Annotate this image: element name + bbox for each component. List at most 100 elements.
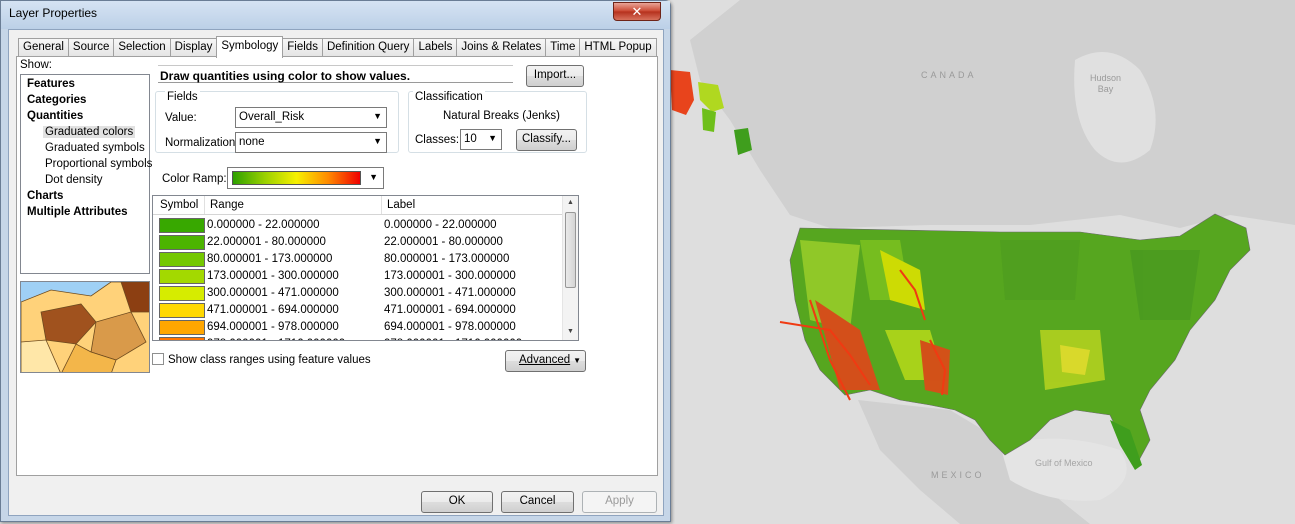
class-range: 22.000001 - 80.000000	[207, 236, 326, 248]
map-label-canada: CANADA	[921, 70, 977, 80]
checkbox-box[interactable]	[152, 353, 164, 365]
normalization-combo[interactable]: none ▼	[235, 132, 387, 153]
class-swatch[interactable]	[159, 337, 205, 340]
value-label: Value:	[165, 112, 197, 124]
color-ramp-label: Color Ramp:	[162, 173, 227, 185]
class-swatch[interactable]	[159, 235, 205, 250]
tab-source[interactable]: Source	[67, 38, 115, 57]
class-label: 694.000001 - 978.000000	[384, 321, 516, 333]
value-combo[interactable]: Overall_Risk ▼	[235, 107, 387, 128]
classification-method: Natural Breaks (Jenks)	[443, 110, 560, 122]
classification-group-label: Classification	[413, 91, 485, 103]
tab-symbology[interactable]: Symbology	[216, 36, 284, 58]
class-swatch[interactable]	[159, 286, 205, 301]
class-list-header: Symbol Range Label	[153, 196, 562, 215]
show-item-proportional-symbols[interactable]: Proportional symbols	[45, 158, 152, 170]
scroll-thumb[interactable]	[565, 212, 576, 288]
classes-selected: 10	[464, 133, 477, 145]
normalization-label: Normalization:	[165, 137, 239, 149]
symbology-preview	[20, 281, 150, 373]
class-row[interactable]: 80.000001 - 173.000000 80.000001 - 173.00…	[153, 251, 562, 268]
show-item-charts[interactable]: Charts	[27, 190, 63, 202]
tab-time[interactable]: Time	[545, 38, 581, 57]
class-label: 80.000001 - 173.000000	[384, 253, 510, 265]
class-label: 22.000001 - 80.000000	[384, 236, 503, 248]
close-button[interactable]: ✕	[613, 2, 661, 21]
tab-fields[interactable]: Fields	[282, 38, 323, 57]
class-label: 0.000000 - 22.000000	[384, 219, 497, 231]
header-label[interactable]: Label	[387, 199, 415, 211]
class-swatch[interactable]	[159, 252, 205, 267]
value-selected: Overall_Risk	[239, 111, 305, 123]
tab-display[interactable]: Display	[169, 38, 218, 57]
classify-button[interactable]: Classify...	[516, 129, 577, 151]
chevron-down-icon: ▼	[369, 172, 378, 182]
chevron-down-icon: ▼	[373, 136, 382, 146]
show-item-graduated-colors[interactable]: Graduated colors	[43, 126, 136, 138]
class-label: 978.000001 - 1716.000000	[384, 338, 522, 340]
show-label: Show:	[20, 59, 52, 71]
map-label-hudson-bay: Hudson Bay	[1090, 73, 1122, 94]
header-range[interactable]: Range	[210, 199, 244, 211]
show-item-multiple-attributes[interactable]: Multiple Attributes	[27, 206, 128, 218]
tab-definition-query[interactable]: Definition Query	[321, 38, 415, 57]
class-range: 978.000001 - 1716.000000	[207, 338, 345, 340]
scroll-up-icon[interactable]: ▲	[567, 199, 574, 206]
ok-button[interactable]: OK	[421, 491, 493, 513]
classes-combo[interactable]: 10 ▼	[460, 129, 502, 150]
chevron-down-icon: ▼	[573, 356, 581, 365]
show-item-categories[interactable]: Categories	[27, 94, 86, 106]
class-swatch[interactable]	[159, 320, 205, 335]
class-range: 694.000001 - 978.000000	[207, 321, 339, 333]
header-symbol[interactable]: Symbol	[160, 199, 198, 211]
class-row[interactable]: 300.000001 - 471.000000 300.000001 - 471.…	[153, 285, 562, 302]
class-range: 0.000000 - 22.000000	[207, 219, 320, 231]
show-ranges-checkbox[interactable]: Show class ranges using feature values	[152, 353, 371, 366]
class-row[interactable]: 471.000001 - 694.000000 471.000001 - 694.…	[153, 302, 562, 319]
class-row[interactable]: 0.000000 - 22.000000 0.000000 - 22.000000	[153, 217, 562, 234]
show-item-features[interactable]: Features	[27, 78, 75, 90]
class-swatch[interactable]	[159, 218, 205, 233]
class-label: 300.000001 - 471.000000	[384, 287, 516, 299]
class-row[interactable]: 978.000001 - 1716.000000 978.000001 - 171…	[153, 336, 562, 340]
class-row[interactable]: 694.000001 - 978.000000 694.000001 - 978.…	[153, 319, 562, 336]
title-bar[interactable]: Layer Properties ✕	[1, 1, 670, 29]
normalization-selected: none	[239, 136, 265, 148]
map-label-gulf-of-mexico: Gulf of Mexico	[1035, 458, 1093, 468]
scroll-down-icon[interactable]: ▼	[567, 328, 574, 335]
tab-general[interactable]: General	[18, 38, 69, 57]
color-ramp-bar	[232, 171, 361, 185]
color-ramp-combo[interactable]: ▼	[227, 167, 384, 189]
tab-html-popup[interactable]: HTML Popup	[579, 38, 657, 57]
class-list[interactable]: Symbol Range Label 0.000000 - 22.000000 0…	[152, 195, 579, 341]
import-button[interactable]: Import...	[526, 65, 584, 87]
show-item-graduated-symbols[interactable]: Graduated symbols	[45, 142, 145, 154]
class-row[interactable]: 22.000001 - 80.000000 22.000001 - 80.0000…	[153, 234, 562, 251]
advanced-button[interactable]: Advanced ▼	[505, 350, 586, 372]
class-swatch[interactable]	[159, 303, 205, 318]
tab-joins-relates[interactable]: Joins & Relates	[456, 38, 547, 57]
renderer-description: Draw quantities using color to show valu…	[158, 65, 513, 83]
cancel-button[interactable]: Cancel	[501, 491, 574, 513]
tab-strip: General Source Selection Display Symbology Fi…	[18, 36, 657, 58]
apply-button[interactable]: Apply	[582, 491, 657, 513]
show-tree[interactable]: Features Categories Quantities Graduated co…	[20, 74, 152, 274]
class-label: 471.000001 - 694.000000	[384, 304, 516, 316]
class-swatch[interactable]	[159, 269, 205, 284]
show-ranges-label: Show class ranges using feature values	[168, 354, 371, 366]
layer-properties-dialog: Layer Properties ✕ General Source Selectio…	[0, 0, 671, 522]
advanced-label: Advanced	[519, 354, 571, 366]
window-title: Layer Properties	[9, 6, 98, 20]
dialog-client: General Source Selection Display Symbology Fi…	[8, 29, 664, 516]
map-label-mexico: MEXICO	[931, 470, 985, 480]
class-list-scrollbar[interactable]: ▲ ▼	[562, 196, 578, 340]
show-item-dot-density[interactable]: Dot density	[45, 174, 103, 186]
class-range: 300.000001 - 471.000000	[207, 287, 339, 299]
class-range: 471.000001 - 694.000000	[207, 304, 339, 316]
symbology-tab-page: Show: Features Categories Quantities Gradua…	[16, 56, 658, 476]
show-item-quantities[interactable]: Quantities	[27, 110, 83, 122]
class-row[interactable]: 173.000001 - 300.000000 173.000001 - 300.…	[153, 268, 562, 285]
tab-labels[interactable]: Labels	[413, 38, 458, 57]
tab-selection[interactable]: Selection	[113, 38, 171, 57]
class-label: 173.000001 - 300.000000	[384, 270, 516, 282]
